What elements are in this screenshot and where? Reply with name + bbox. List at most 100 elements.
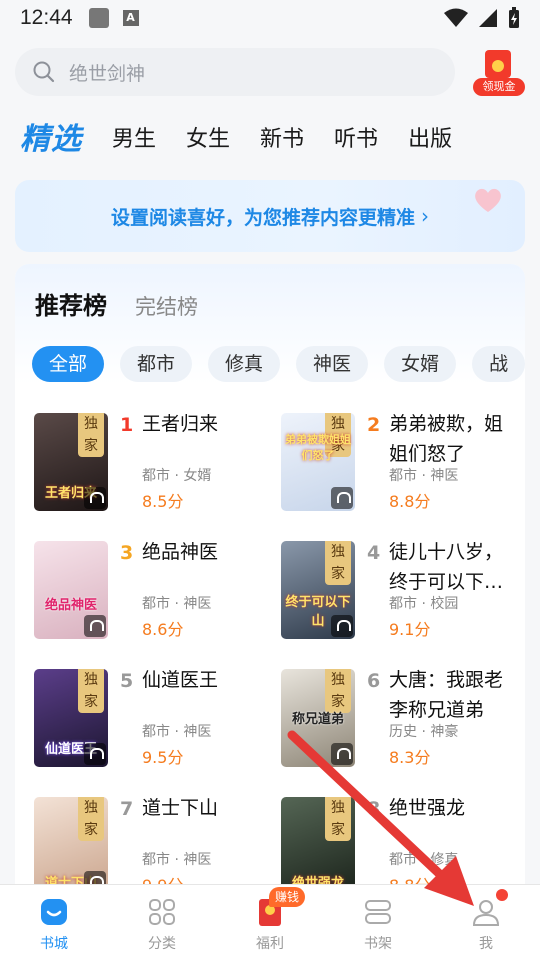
chip-war[interactable]: 战	[472, 346, 525, 382]
headphones-icon	[331, 743, 353, 765]
tab-published[interactable]: 出版	[408, 118, 452, 162]
book-score: 8.3分	[389, 748, 431, 767]
book-meta: 都市 · 神医	[142, 852, 212, 868]
exclusive-tag: 独家	[325, 669, 351, 713]
category-icon	[149, 899, 175, 925]
book-item[interactable]: 独家 仙道医王 5 仙道医王 都市 · 神医 9.5分	[30, 669, 270, 769]
search-icon	[33, 61, 55, 83]
chip-son-in-law[interactable]: 女婿	[384, 346, 457, 382]
nav-profile[interactable]: 我	[432, 885, 540, 960]
bookstore-icon	[41, 899, 67, 925]
book-item[interactable]: 独家 绝世强龙 8 绝世强龙 都市 · 修真 8.8分	[277, 797, 517, 897]
book-score: 9.5分	[142, 748, 184, 767]
book-item[interactable]: 独家 终于可以下山 4 徒儿十八岁，终于可以下… 都市 · 校园 9.1分	[277, 541, 517, 641]
nav-label: 书架	[364, 936, 392, 952]
book-score: 8.8分	[389, 492, 431, 511]
profile-icon	[472, 900, 500, 926]
book-item[interactable]: 独家 弟弟被欺姐姐们怒了 2 弟弟被欺，姐姐们怒了 都市 · 神医 8.8分	[277, 413, 517, 513]
nav-bookshelf[interactable]: 书架	[324, 885, 432, 960]
red-packet-button[interactable]: 领现金	[473, 48, 525, 96]
chip-cultivation[interactable]: 修真	[208, 346, 281, 382]
book-cover[interactable]: 独家 终于可以下山	[281, 541, 355, 639]
tab-female[interactable]: 女生	[186, 118, 230, 162]
headphones-icon	[84, 615, 106, 637]
book-item[interactable]: 独家 称兄道弟 6 大唐：我跟老李称兄道弟 历史 · 神豪 8.3分	[277, 669, 517, 769]
cover-title: 称兄道弟	[291, 712, 344, 727]
book-title: 王者归来	[142, 413, 219, 435]
book-score: 8.5分	[142, 492, 184, 511]
banner-text: 设置阅读喜好，为您推荐内容更精准	[110, 206, 415, 229]
nav-label: 书城	[40, 936, 68, 952]
heart-icon	[475, 188, 501, 212]
preference-banner[interactable]: 设置阅读喜好，为您推荐内容更精准 ›	[15, 180, 525, 252]
rank-number: 4	[367, 542, 381, 564]
tab-audiobooks[interactable]: 听书	[334, 118, 378, 162]
signal-icon	[479, 9, 497, 27]
book-meta: 都市 · 校园	[389, 596, 459, 612]
chevron-right-icon: ›	[421, 204, 429, 228]
bottom-navigation: 书城 分类 赚钱 福利 书架 我	[0, 884, 540, 960]
nav-label: 福利	[256, 936, 284, 952]
notification-icon	[88, 8, 109, 28]
book-cover[interactable]: 独家 道士下山	[34, 797, 108, 895]
book-cover[interactable]: 独家 王者归来	[34, 413, 108, 511]
earn-badge: 赚钱	[269, 887, 306, 907]
exclusive-tag: 独家	[78, 797, 104, 841]
book-cover[interactable]: 绝品神医	[34, 541, 108, 639]
search-input[interactable]: 绝世剑神	[15, 48, 455, 96]
nav-category[interactable]: 分类	[108, 885, 216, 960]
nav-label: 分类	[148, 936, 176, 952]
rank-number: 3	[120, 542, 134, 564]
category-chips: 全部 都市 修真 神医 女婿 战	[32, 346, 525, 384]
exclusive-tag: 独家	[325, 797, 351, 841]
book-title: 绝世强龙	[389, 797, 466, 819]
rank-number: 8	[367, 798, 381, 820]
book-item[interactable]: 独家 道士下山 7 道士下山 都市 · 神医 9.9分	[30, 797, 270, 897]
app-notification-icon: A	[122, 10, 139, 26]
search-row: 绝世剑神 领现金	[15, 48, 525, 96]
battery-icon	[509, 7, 519, 28]
book-title: 道士下山	[142, 797, 219, 819]
book-score: 9.1分	[389, 620, 431, 639]
book-title: 绝品神医	[142, 541, 219, 563]
ranking-tabs: 推荐榜 完结榜	[35, 286, 198, 321]
headphones-icon	[331, 615, 353, 637]
cover-title: 绝品神医	[44, 598, 97, 613]
book-meta: 历史 · 神豪	[389, 724, 459, 740]
status-bar: 12:44 A	[0, 0, 540, 36]
book-meta: 都市 · 女婿	[142, 468, 212, 484]
tab-male[interactable]: 男生	[112, 118, 156, 162]
book-cover[interactable]: 独家 仙道医王	[34, 669, 108, 767]
book-cover[interactable]: 独家 称兄道弟	[281, 669, 355, 767]
nav-label: 我	[479, 936, 493, 952]
tab-featured[interactable]: 精选	[20, 118, 82, 162]
tab-new-books[interactable]: 新书	[260, 118, 304, 162]
book-title: 徒儿十八岁，终于可以下…	[389, 541, 504, 593]
chip-urban[interactable]: 都市	[120, 346, 193, 382]
book-item[interactable]: 绝品神医 3 绝品神医 都市 · 神医 8.6分	[30, 541, 270, 641]
wifi-icon	[444, 8, 468, 27]
chip-all[interactable]: 全部	[32, 346, 105, 382]
book-cover[interactable]: 独家 弟弟被欺姐姐们怒了	[281, 413, 355, 511]
status-time: 12:44	[20, 6, 73, 29]
rank-number: 6	[367, 670, 381, 692]
book-title: 弟弟被欺，姐姐们怒了	[389, 413, 504, 465]
tab-finished-ranking[interactable]: 完结榜	[135, 291, 198, 321]
exclusive-tag: 独家	[78, 413, 104, 457]
bookshelf-icon	[365, 900, 391, 924]
nav-welfare[interactable]: 赚钱 福利	[216, 885, 324, 960]
tab-recommend-ranking[interactable]: 推荐榜	[35, 286, 107, 321]
coin-icon	[492, 60, 504, 72]
book-meta: 都市 · 修真	[389, 852, 459, 868]
search-placeholder: 绝世剑神	[69, 62, 146, 85]
book-item[interactable]: 独家 王者归来 1 王者归来 都市 · 女婿 8.5分	[30, 413, 270, 513]
book-cover[interactable]: 独家 绝世强龙	[281, 797, 355, 895]
nav-bookstore[interactable]: 书城	[0, 885, 108, 960]
notification-dot	[496, 889, 508, 901]
exclusive-tag: 独家	[325, 541, 351, 585]
chip-divine-doctor[interactable]: 神医	[296, 346, 369, 382]
rank-number: 5	[120, 670, 134, 692]
exclusive-tag: 独家	[78, 669, 104, 713]
headphones-icon	[84, 487, 106, 509]
ranking-card: 推荐榜 完结榜 全部 都市 修真 神医 女婿 战 独家 王者归来 1 王者归来 …	[15, 264, 525, 904]
